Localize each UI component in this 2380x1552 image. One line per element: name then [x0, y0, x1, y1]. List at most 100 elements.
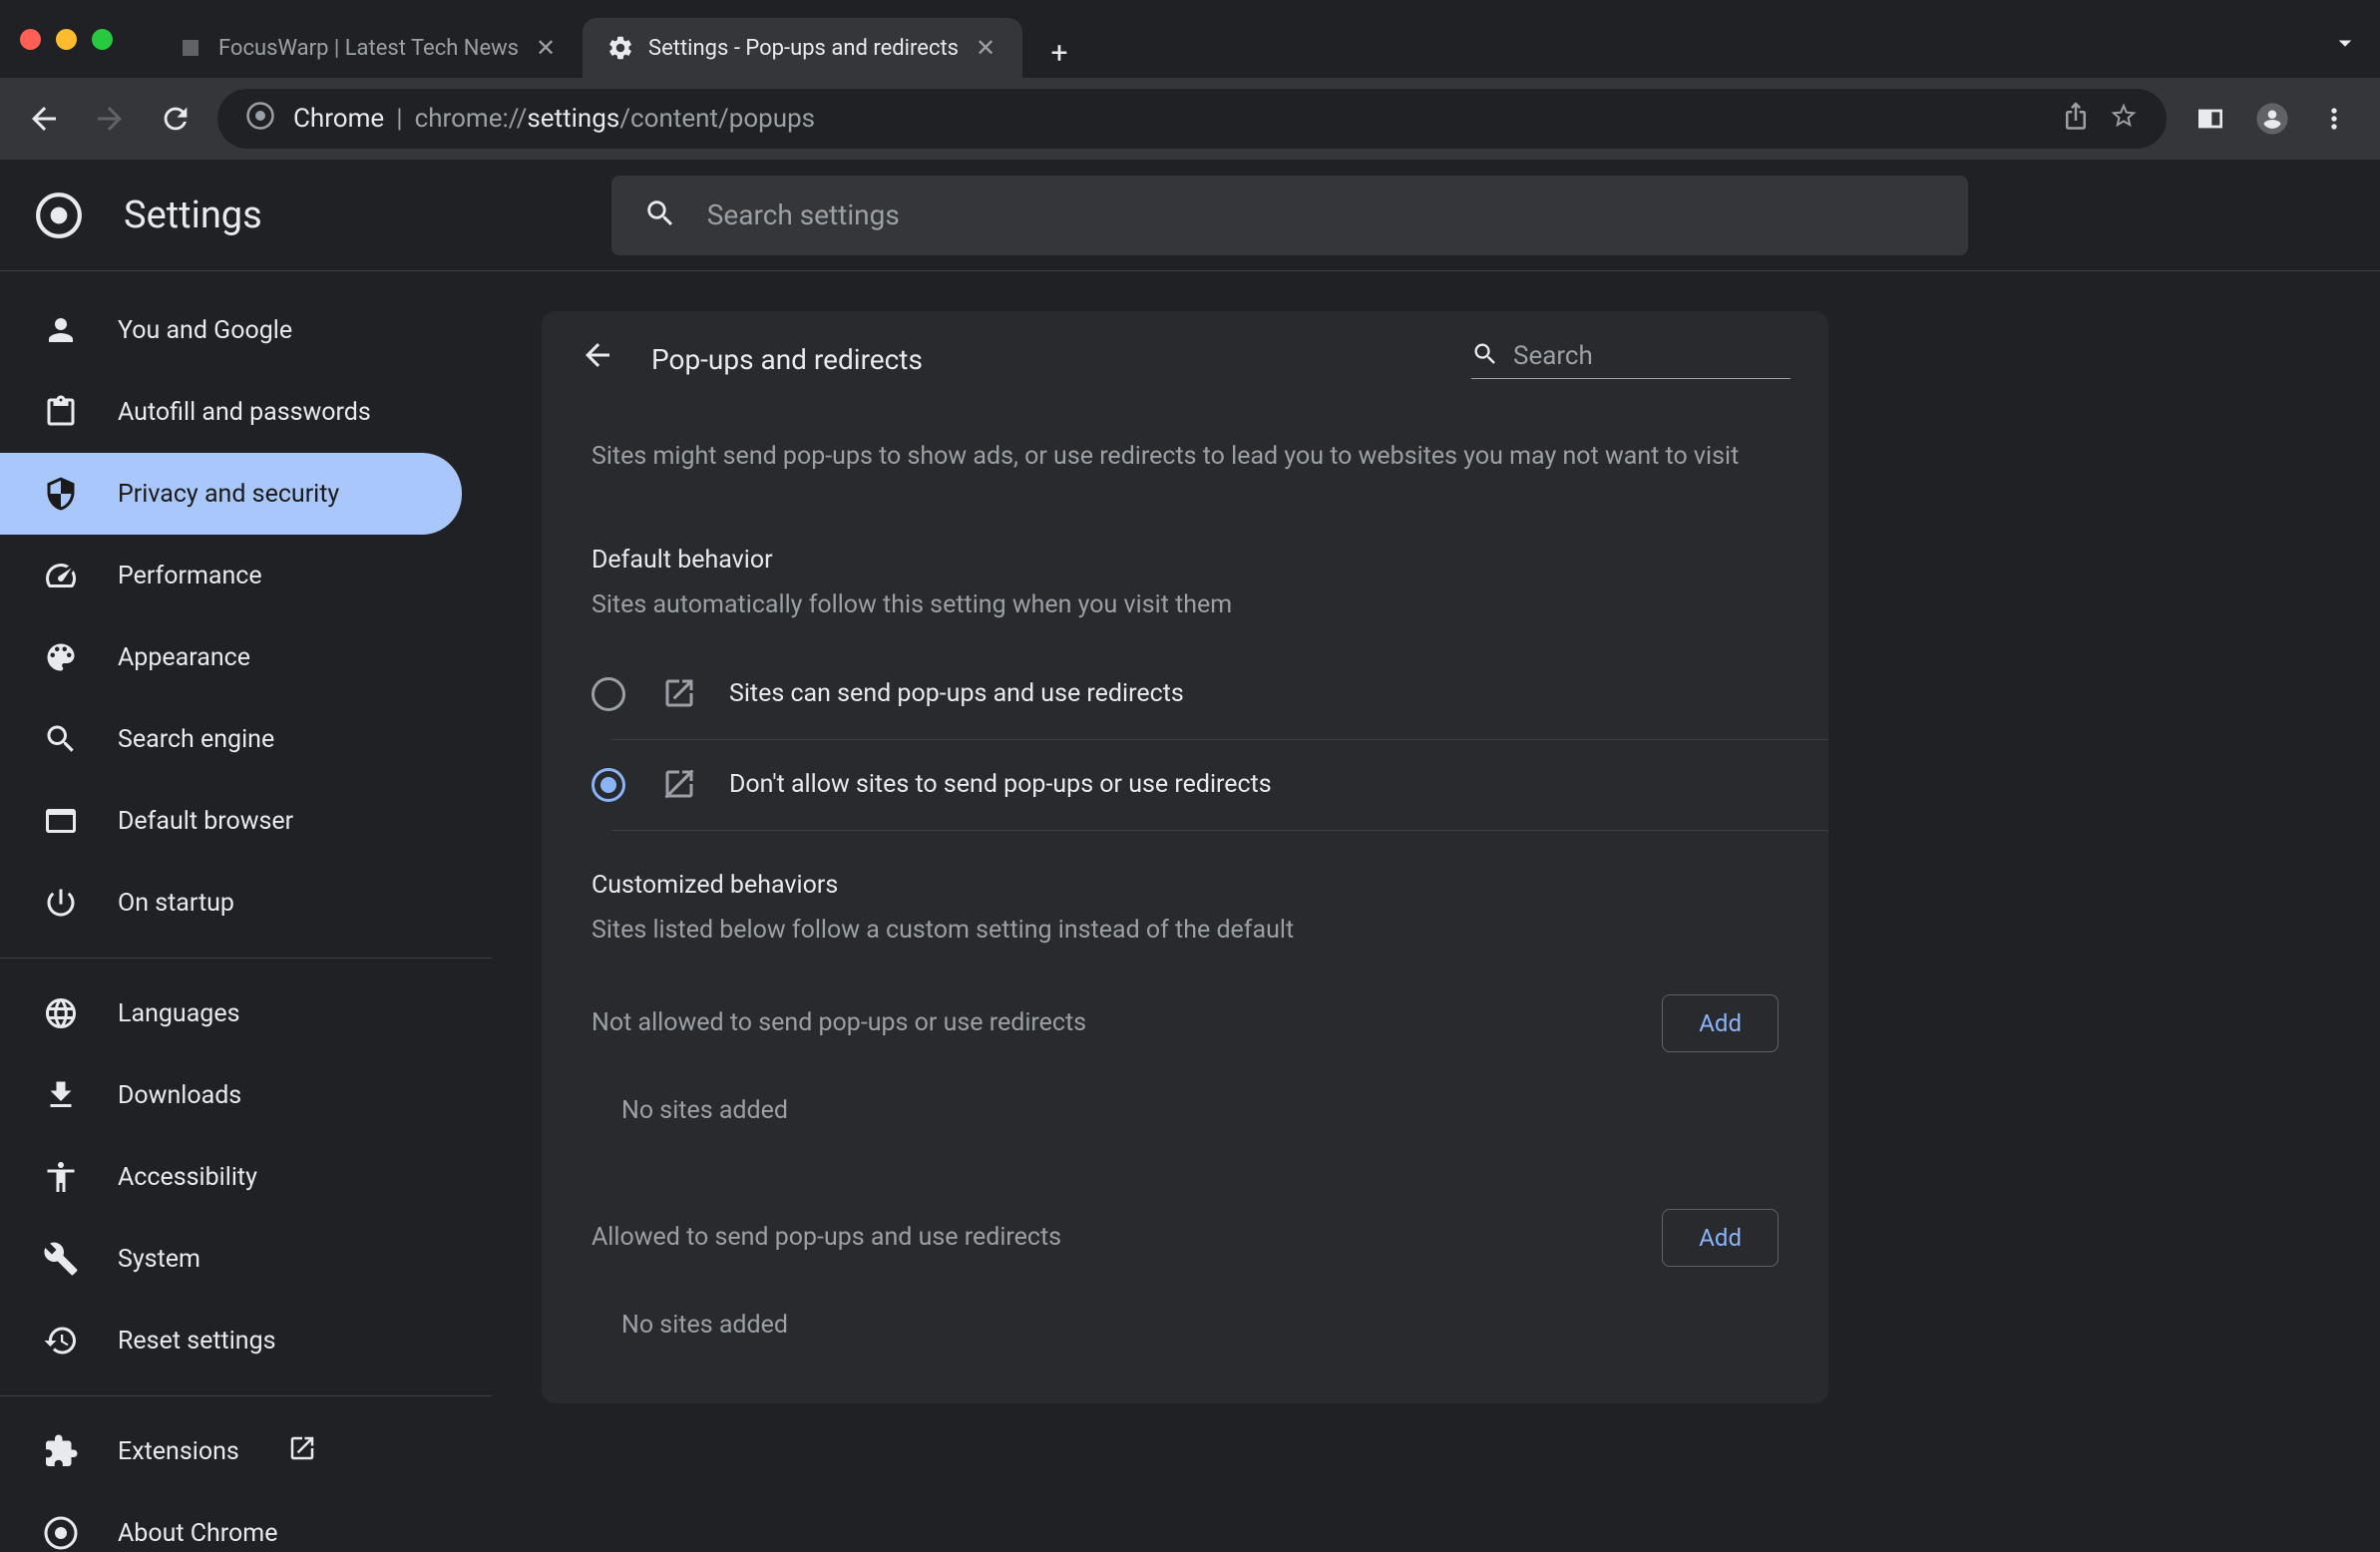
sidebar-item-label: Reset settings	[118, 1327, 276, 1356]
block-launch-icon	[661, 766, 699, 804]
forward-button[interactable]	[86, 95, 134, 143]
sidebar-item-performance[interactable]: Performance	[0, 535, 462, 616]
sidebar-item-label: Extensions	[118, 1437, 239, 1466]
search-icon	[1471, 340, 1499, 372]
chrome-logo-icon	[34, 191, 84, 240]
section-subtitle: Sites automatically follow this setting …	[542, 584, 1828, 649]
tab-settings[interactable]: Settings - Pop-ups and redirects ✕	[583, 18, 1022, 78]
sidebar-item-autofill[interactable]: Autofill and passwords	[0, 371, 462, 453]
sidebar-item-label: Appearance	[118, 643, 250, 672]
sidebar-item-accessibility[interactable]: Accessibility	[0, 1136, 462, 1218]
list-title: Not allowed to send pop-ups or use redir…	[592, 1008, 1086, 1037]
tab-overflow-button[interactable]	[2330, 28, 2360, 62]
allowed-header: Allowed to send pop-ups and use redirect…	[542, 1189, 1828, 1287]
sidebar-item-search-engine[interactable]: Search engine	[0, 698, 462, 780]
sidebar-item-default-browser[interactable]: Default browser	[0, 780, 462, 862]
power-icon	[42, 884, 80, 922]
tab-favicon	[177, 34, 204, 62]
address-bar[interactable]: Chrome | chrome://settings/content/popup…	[217, 89, 2167, 149]
reload-button[interactable]	[152, 95, 199, 143]
sidebar-item-system[interactable]: System	[0, 1218, 462, 1300]
sidebar-item-extensions[interactable]: Extensions	[0, 1410, 462, 1492]
tab-title: FocusWarp | Latest Tech News	[218, 36, 519, 61]
search-icon	[42, 720, 80, 758]
palette-icon	[42, 638, 80, 676]
title-bar: FocusWarp | Latest Tech News ✕ Settings …	[0, 0, 2380, 78]
sidebar: You and Google Autofill and passwords Pr…	[0, 271, 492, 1552]
external-link-icon	[287, 1433, 317, 1470]
bookmark-icon[interactable]	[2109, 101, 2139, 138]
share-icon[interactable]	[2061, 101, 2091, 138]
radio-label: Sites can send pop-ups and use redirects	[729, 679, 1184, 708]
traffic-lights	[20, 29, 113, 50]
tab-focuswarp[interactable]: FocusWarp | Latest Tech News ✕	[153, 18, 583, 78]
radio-option-block[interactable]: Don't allow sites to send pop-ups or use…	[611, 740, 1828, 831]
gear-icon	[606, 34, 634, 62]
search-icon	[643, 196, 677, 234]
sidebar-item-reset[interactable]: Reset settings	[0, 1300, 462, 1381]
sidebar-item-downloads[interactable]: Downloads	[0, 1054, 462, 1136]
card-search-box[interactable]	[1471, 340, 1790, 379]
window-close-button[interactable]	[20, 29, 41, 50]
sidebar-item-label: Accessibility	[118, 1163, 257, 1192]
sidebar-item-appearance[interactable]: Appearance	[0, 616, 462, 698]
sidebar-item-label: On startup	[118, 889, 234, 918]
toolbar-right	[2184, 93, 2360, 145]
radio-button-checked[interactable]	[592, 768, 625, 802]
menu-icon[interactable]	[2308, 93, 2360, 145]
sidebar-item-startup[interactable]: On startup	[0, 862, 462, 944]
close-icon[interactable]: ✕	[973, 35, 998, 61]
section-title-custom: Customized behaviors	[542, 831, 1828, 910]
sidebar-item-label: Performance	[118, 562, 262, 590]
clipboard-icon	[42, 393, 80, 431]
sidebar-item-you-and-google[interactable]: You and Google	[0, 289, 462, 371]
sidebar-item-languages[interactable]: Languages	[0, 972, 462, 1054]
add-allowed-button[interactable]: Add	[1662, 1209, 1779, 1267]
content-card: Pop-ups and redirects Sites might send p…	[542, 311, 1828, 1403]
url-text: Chrome | chrome://settings/content/popup…	[293, 104, 2043, 134]
settings-header: Settings	[0, 160, 2380, 271]
download-icon	[42, 1076, 80, 1114]
speedometer-icon	[42, 557, 80, 594]
divider	[0, 1395, 492, 1396]
section-title-default-behavior: Default behavior	[542, 506, 1828, 584]
launch-icon	[661, 675, 699, 713]
radio-label: Don't allow sites to send pop-ups or use…	[729, 770, 1272, 799]
no-sites-text: No sites added	[542, 1072, 1828, 1149]
card-search-input[interactable]	[1513, 341, 1846, 371]
sidebar-item-label: System	[118, 1245, 200, 1274]
card-header: Pop-ups and redirects	[542, 311, 1828, 408]
chrome-icon	[42, 1514, 80, 1552]
sidebar-item-about[interactable]: About Chrome	[0, 1492, 462, 1552]
window-maximize-button[interactable]	[92, 29, 113, 50]
search-settings-input[interactable]	[707, 198, 1936, 231]
page-title: Settings	[124, 194, 262, 237]
section-subtitle: Sites listed below follow a custom setti…	[542, 910, 1828, 974]
card-description: Sites might send pop-ups to show ads, or…	[542, 408, 1828, 506]
search-settings-box[interactable]	[611, 176, 1968, 255]
sidebar-item-label: Autofill and passwords	[118, 398, 371, 427]
person-icon	[42, 311, 80, 349]
new-tab-button[interactable]: +	[1034, 28, 1084, 78]
profile-icon[interactable]	[2246, 93, 2298, 145]
sidebar-item-label: Privacy and security	[118, 480, 339, 509]
restore-icon	[42, 1322, 80, 1359]
sidebar-item-privacy[interactable]: Privacy and security	[0, 453, 462, 535]
radio-button[interactable]	[592, 677, 625, 711]
close-icon[interactable]: ✕	[533, 35, 559, 61]
sidebar-item-label: About Chrome	[118, 1519, 277, 1548]
back-button[interactable]	[20, 95, 68, 143]
side-panel-icon[interactable]	[2184, 93, 2236, 145]
site-info-icon[interactable]	[245, 101, 275, 138]
globe-icon	[42, 994, 80, 1032]
back-arrow-button[interactable]	[580, 337, 615, 382]
add-not-allowed-button[interactable]: Add	[1662, 994, 1779, 1052]
radio-option-allow[interactable]: Sites can send pop-ups and use redirects	[611, 649, 1828, 740]
toolbar: Chrome | chrome://settings/content/popup…	[0, 78, 2380, 160]
sidebar-item-label: Downloads	[118, 1081, 241, 1110]
list-title: Allowed to send pop-ups and use redirect…	[592, 1223, 1061, 1252]
shield-icon	[42, 475, 80, 513]
not-allowed-header: Not allowed to send pop-ups or use redir…	[542, 974, 1828, 1072]
window-minimize-button[interactable]	[56, 29, 77, 50]
content-area: Pop-ups and redirects Sites might send p…	[492, 271, 2380, 1552]
